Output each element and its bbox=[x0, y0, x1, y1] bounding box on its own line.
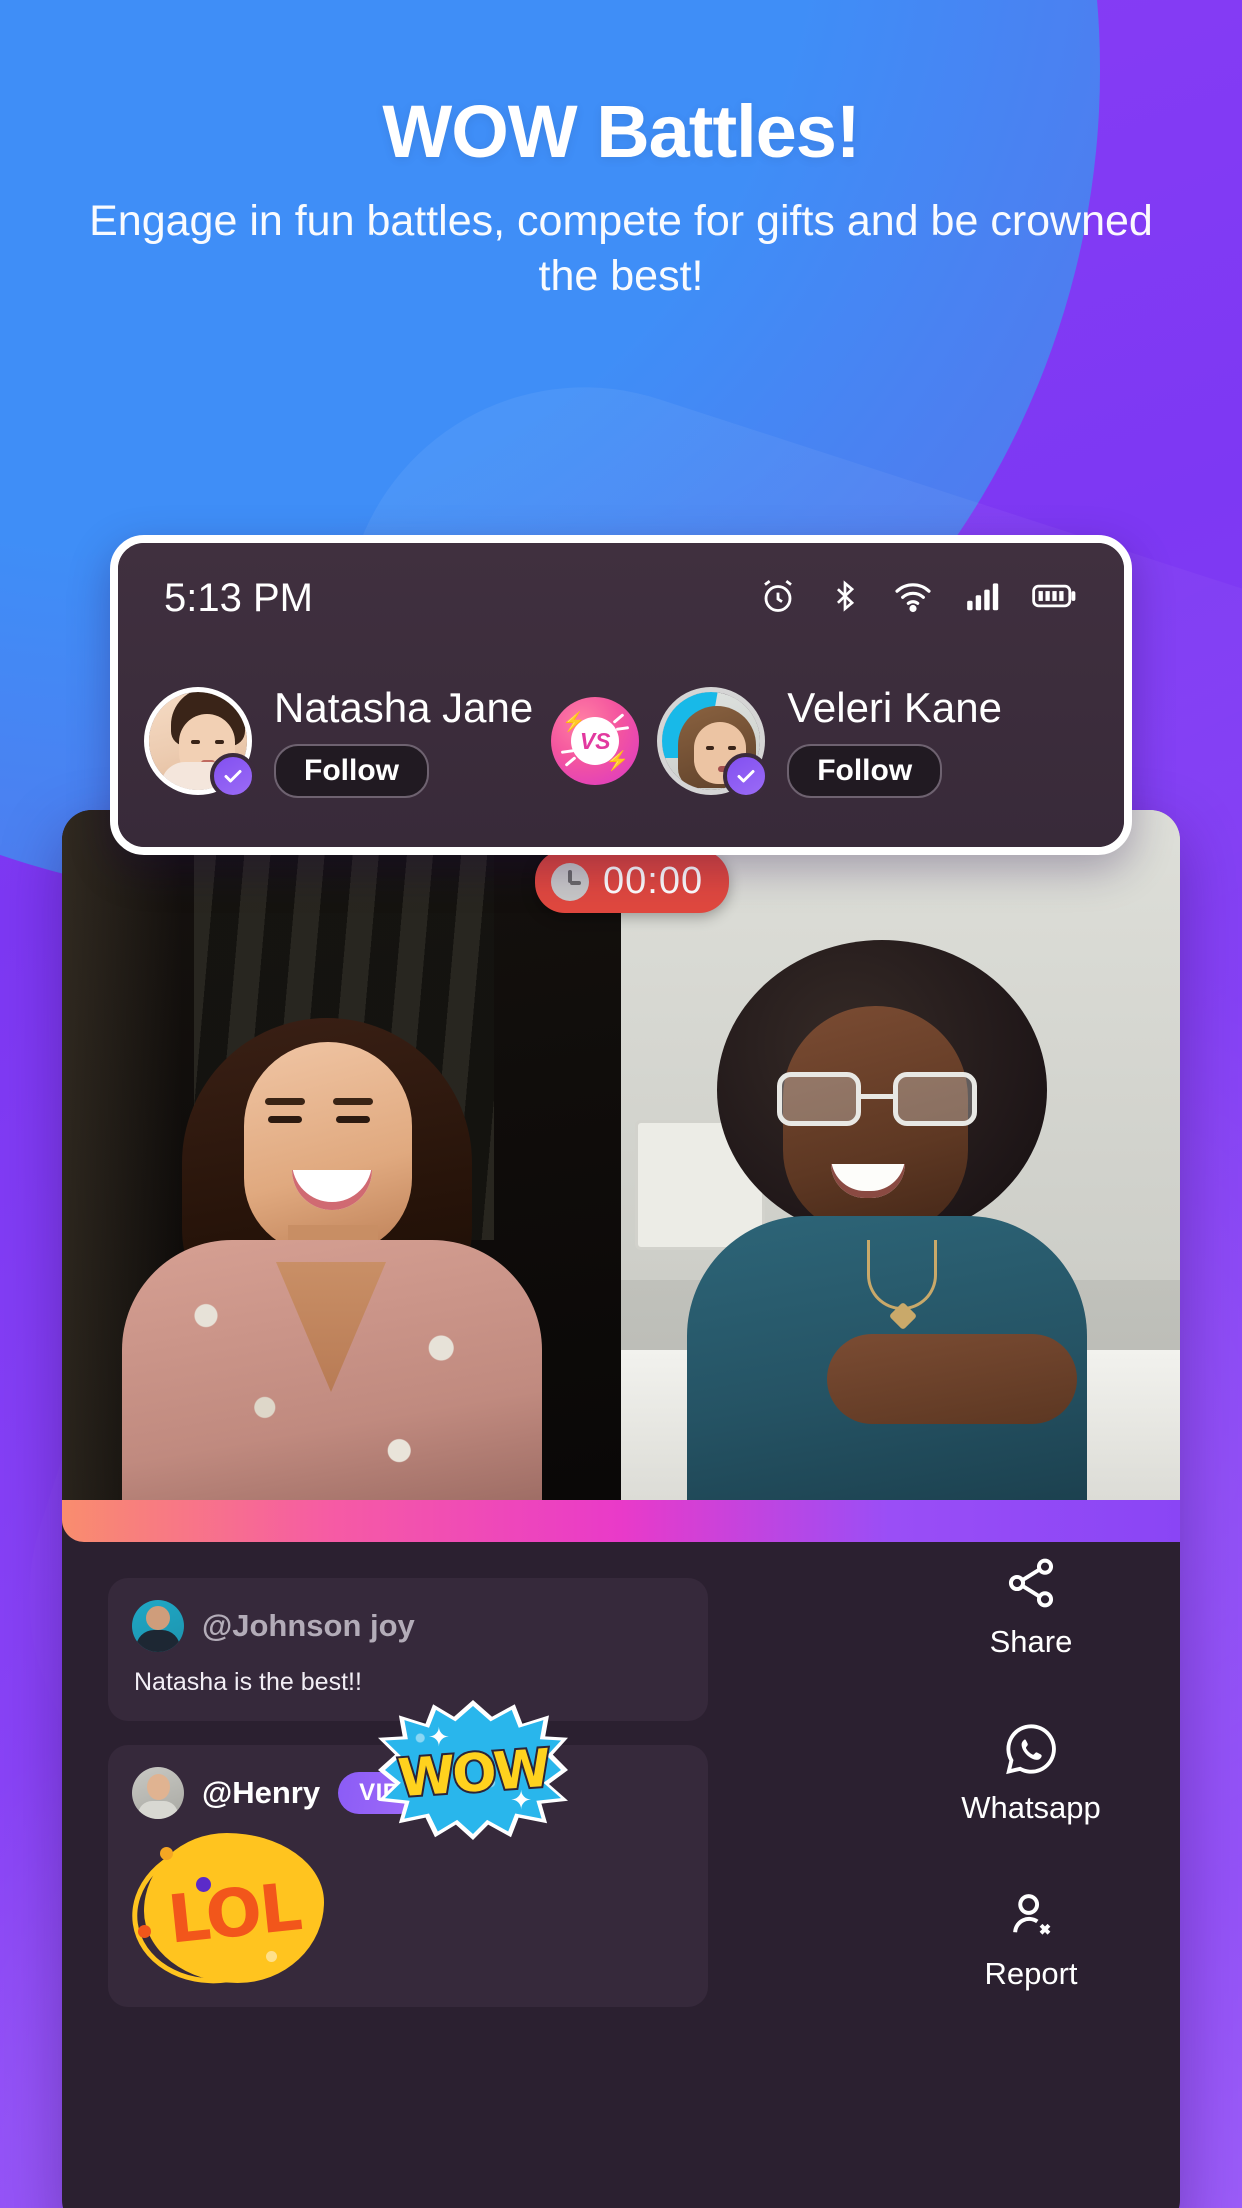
gradient-divider-bar bbox=[62, 1500, 1180, 1542]
verified-badge-icon bbox=[210, 753, 256, 799]
comment-text: Natasha is the best!! bbox=[134, 1668, 362, 1696]
player-right[interactable]: Veleri Kane Follow bbox=[657, 684, 1003, 799]
avatar bbox=[132, 1767, 184, 1819]
battery-icon bbox=[1032, 577, 1078, 620]
follow-button-left[interactable]: Follow bbox=[274, 744, 429, 798]
avatar[interactable] bbox=[657, 687, 770, 799]
follow-button-right[interactable]: Follow bbox=[787, 744, 943, 798]
wow-sticker: ✦ ✦ WOW bbox=[378, 1700, 568, 1840]
comment-username[interactable]: @Johnson joy bbox=[202, 1608, 415, 1644]
battle-header-card: 5:13 PM Natasha Jane Follow ⚡ ⚡ VS Veler… bbox=[110, 535, 1132, 855]
avatar bbox=[132, 1600, 184, 1652]
status-bar: 5:13 PM bbox=[118, 569, 1124, 627]
report-button[interactable]: Report bbox=[916, 1882, 1146, 1992]
report-label: Report bbox=[984, 1956, 1078, 1991]
signal-icon bbox=[964, 577, 1002, 620]
comment-username[interactable]: @Henry bbox=[202, 1775, 320, 1811]
report-user-icon bbox=[916, 1882, 1146, 1948]
whatsapp-icon bbox=[916, 1716, 1146, 1782]
lol-sticker: LOL bbox=[122, 1829, 324, 1995]
stream-panel: @Johnson joy Natasha is the best!! @Henr… bbox=[62, 810, 1180, 2208]
video-right-stream[interactable] bbox=[621, 810, 1180, 1500]
battle-timer-value: 00:00 bbox=[603, 860, 704, 902]
player-right-name: Veleri Kane bbox=[787, 684, 1003, 731]
player-left[interactable]: Natasha Jane Follow bbox=[144, 684, 534, 799]
vs-badge: ⚡ ⚡ VS bbox=[551, 697, 640, 785]
battle-timer: 00:00 bbox=[535, 850, 730, 913]
vs-badge-label: VS bbox=[571, 717, 620, 765]
alarm-icon bbox=[758, 576, 798, 621]
avatar[interactable] bbox=[144, 687, 256, 799]
page-title: WOW Battles! bbox=[382, 90, 860, 173]
whatsapp-button[interactable]: Whatsapp bbox=[916, 1716, 1146, 1826]
action-rail: Share Whatsapp Report bbox=[916, 1550, 1146, 2048]
wifi-icon bbox=[892, 576, 934, 621]
share-button[interactable]: Share bbox=[916, 1550, 1146, 1660]
page-subtitle: Engage in fun battles, compete for gifts… bbox=[89, 196, 1153, 300]
status-bar-time: 5:13 PM bbox=[164, 575, 313, 620]
bluetooth-icon bbox=[828, 576, 862, 621]
whatsapp-label: Whatsapp bbox=[961, 1790, 1101, 1825]
video-left-stream[interactable] bbox=[62, 810, 621, 1500]
share-label: Share bbox=[989, 1624, 1073, 1659]
battle-players-row: Natasha Jane Follow ⚡ ⚡ VS Veleri Kane F… bbox=[118, 643, 1124, 839]
battle-video-split bbox=[62, 810, 1180, 1500]
hero-section: WOW Battles! Engage in fun battles, comp… bbox=[0, 92, 1242, 304]
player-left-name: Natasha Jane bbox=[274, 684, 534, 731]
share-icon bbox=[916, 1550, 1146, 1616]
verified-badge-icon bbox=[723, 753, 770, 799]
clock-icon bbox=[551, 862, 589, 901]
